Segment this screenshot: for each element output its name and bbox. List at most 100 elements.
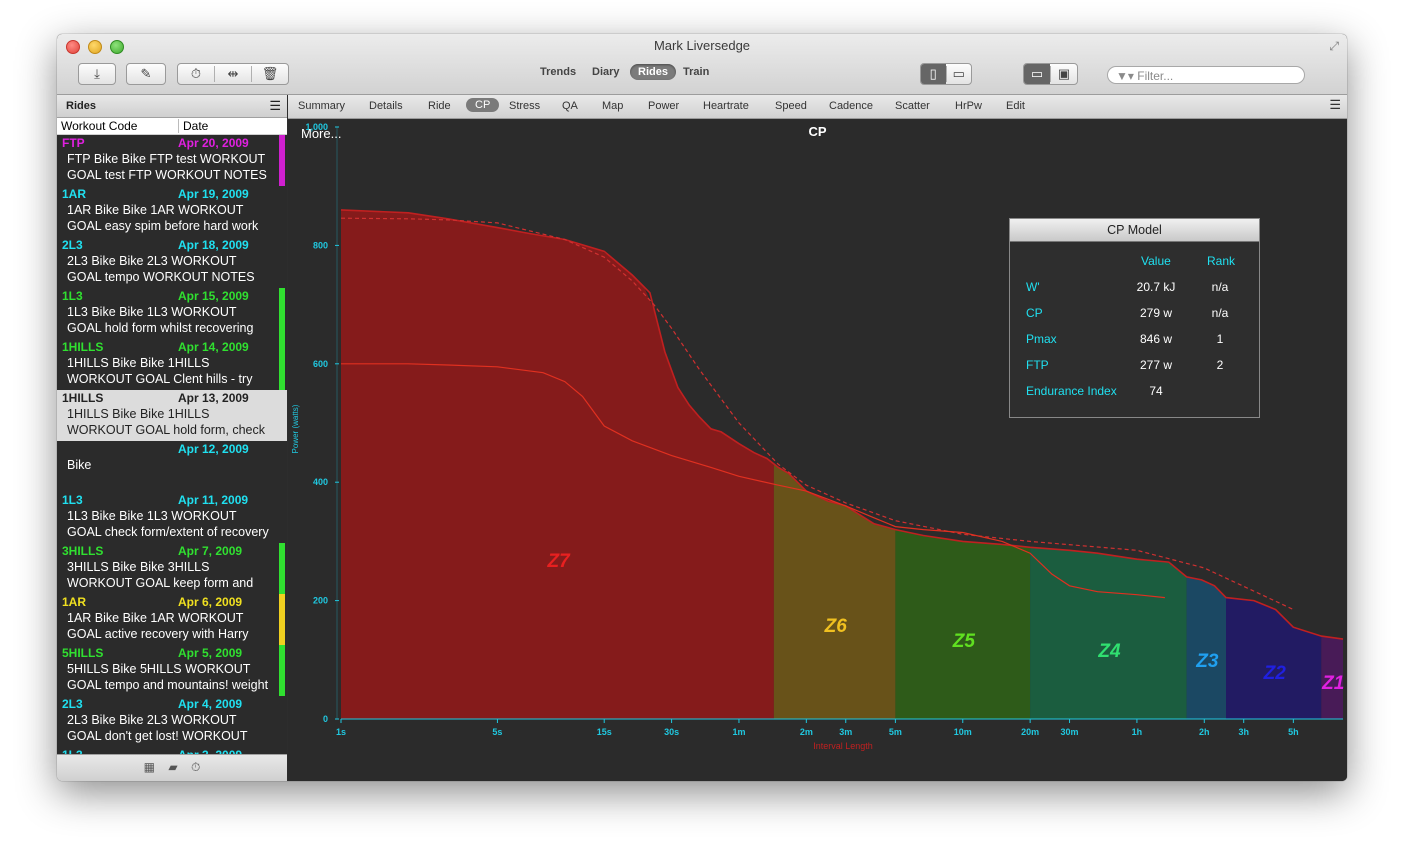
tab-stress[interactable]: Stress xyxy=(509,100,540,112)
download-button[interactable]: ⤓ xyxy=(78,63,116,85)
title-bar: Mark Liversedge ⤢ ⤓ ✎ ⏱ ⇹ 🗑 Trends Diary… xyxy=(57,34,1347,95)
ride-color-bar xyxy=(279,339,285,390)
cp-row-value: 277 w xyxy=(1139,358,1173,372)
cp-row-rank: n/a xyxy=(1211,280,1229,294)
edit-icon: ✎ xyxy=(140,66,152,81)
ride-line2: WORKOUT GOAL hold form, check xyxy=(67,423,265,437)
ride-item[interactable]: 1HILLS Apr 13, 2009 1HILLS Bike Bike 1HILL… xyxy=(57,390,287,441)
ride-item[interactable]: FTP Apr 20, 2009 FTP Bike Bike FTP test WO… xyxy=(57,135,287,186)
x-tick-label: 1h xyxy=(1132,727,1143,737)
zone-area-z4 xyxy=(1030,547,1187,719)
tab-hrpw[interactable]: HrPw xyxy=(955,100,982,112)
ride-line2: GOAL easy spim before hard work xyxy=(67,219,259,233)
ride-code: 1AR xyxy=(62,187,87,201)
ride-item[interactable]: 5HILLS Apr 5, 2009 5HILLS Bike 5HILLS WORK… xyxy=(57,645,287,696)
ride-item[interactable]: 1L3 Apr 11, 2009 1L3 Bike Bike 1L3 WORKOUT… xyxy=(57,492,287,543)
zone-label: Z1 xyxy=(1321,673,1344,694)
cp-model-panel: CP Model Value Rank W' 20.7 kJ n/a CP 279 w n… xyxy=(1009,218,1260,418)
ride-item[interactable]: 1AR Apr 6, 2009 1AR Bike Bike 1AR WORKOUT G… xyxy=(57,594,287,645)
ride-item[interactable]: 1AR Apr 19, 2009 1AR Bike Bike 1AR WORKOUT… xyxy=(57,186,287,237)
tab-bar: ☰ Summary Details Ride CP Stress QA Map Power He… xyxy=(288,95,1347,119)
ride-line1: 2L3 Bike Bike 2L3 WORKOUT xyxy=(67,254,237,268)
ride-date: Apr 19, 2009 xyxy=(178,187,249,201)
ride-line1: 1HILLS Bike Bike 1HILLS xyxy=(67,407,210,421)
x-tick-label: 5s xyxy=(492,727,502,737)
fullscreen-icon[interactable]: ⤢ xyxy=(1329,39,1339,54)
cp-row-label: CP xyxy=(1026,306,1043,320)
ride-item[interactable]: 2L3 Apr 18, 2009 2L3 Bike Bike 2L3 WORKOUT… xyxy=(57,237,287,288)
view-diary[interactable]: Diary xyxy=(592,66,620,78)
ride-code: 5HILLS xyxy=(62,646,104,660)
tiled-view-icon[interactable]: ▣ xyxy=(1050,66,1077,82)
tab-edit[interactable]: Edit xyxy=(1006,100,1025,112)
cp-row-label: Pmax xyxy=(1026,332,1057,346)
folder-icon[interactable]: ▰ xyxy=(168,760,177,774)
tab-power[interactable]: Power xyxy=(648,100,679,112)
ride-item[interactable]: 2L3 Apr 4, 2009 2L3 Bike Bike 2L3 WORKOUT G… xyxy=(57,696,287,747)
tab-qa[interactable]: QA xyxy=(562,100,578,112)
zone-label: Z7 xyxy=(546,551,571,572)
stopwatch-icon[interactable]: ⏱ xyxy=(191,760,200,774)
ride-code: 1HILLS xyxy=(62,340,104,354)
ride-date: Apr 18, 2009 xyxy=(178,238,249,252)
style-toggle: ▭ ▣ xyxy=(1023,63,1078,85)
zone-label: Z4 xyxy=(1097,641,1121,662)
zone-area-z5 xyxy=(895,529,1031,719)
ride-item[interactable]: 1L3 Apr 15, 2009 1L3 Bike Bike 1L3 WORKOUT… xyxy=(57,288,287,339)
layout-toggle: ▯ ▭ xyxy=(920,63,972,85)
sidebar-menu-icon[interactable]: ☰ xyxy=(269,95,281,117)
ride-line2: GOAL check form/extent of recovery xyxy=(67,525,269,539)
sidebar-layout-icon[interactable]: ▯ xyxy=(921,64,946,84)
x-tick-label: 30s xyxy=(664,727,679,737)
ride-color-bar xyxy=(279,288,285,339)
ride-line1: 1L3 Bike Bike 1L3 WORKOUT xyxy=(67,509,237,523)
stopwatch-icon[interactable]: ⏱ xyxy=(178,66,214,82)
filter-input[interactable]: ▼▾ Filter... xyxy=(1107,66,1305,84)
cp-row-value: 846 w xyxy=(1139,332,1173,346)
sidebar-header: Rides ☰ xyxy=(57,95,287,118)
single-view-icon[interactable]: ▭ xyxy=(1024,64,1050,84)
ride-item[interactable]: 1HILLS Apr 14, 2009 1HILLS Bike Bike 1HILL… xyxy=(57,339,287,390)
edit-button[interactable]: ✎ xyxy=(126,63,166,85)
tab-menu-icon[interactable]: ☰ xyxy=(1329,97,1341,113)
rides-sidebar: Rides ☰ Workout Code Date FTP Apr 20, 200… xyxy=(57,95,287,781)
calendar-icon[interactable]: ▦ xyxy=(144,760,155,774)
y-axis-label: Power (watts) xyxy=(291,404,300,453)
view-rides[interactable]: Rides xyxy=(630,64,676,80)
col-date[interactable]: Date xyxy=(178,119,208,133)
filter-placeholder: Filter... xyxy=(1137,69,1174,83)
x-tick-label: 5h xyxy=(1288,727,1299,737)
tab-cp[interactable]: CP xyxy=(466,98,500,112)
tab-heartrate[interactable]: Heartrate xyxy=(703,100,749,112)
tab-speed[interactable]: Speed xyxy=(775,100,807,112)
x-tick-label: 20m xyxy=(1021,727,1039,737)
x-tick-label: 30m xyxy=(1061,727,1079,737)
split-icon[interactable]: ⇹ xyxy=(214,66,251,82)
view-train[interactable]: Train xyxy=(683,66,709,78)
y-tick-label: 800 xyxy=(313,240,328,250)
ride-date: Apr 11, 2009 xyxy=(178,493,249,507)
zone-label: Z6 xyxy=(824,616,848,637)
ride-line1: 1AR Bike Bike 1AR WORKOUT xyxy=(67,611,244,625)
tab-scatter[interactable]: Scatter xyxy=(895,100,930,112)
tab-cadence[interactable]: Cadence xyxy=(829,100,873,112)
tab-details[interactable]: Details xyxy=(369,100,403,112)
x-tick-label: 15s xyxy=(597,727,612,737)
x-tick-label: 1s xyxy=(336,727,346,737)
ride-code: 2L3 xyxy=(62,697,83,711)
ride-item[interactable]: 3HILLS Apr 7, 2009 3HILLS Bike Bike 3HILLS… xyxy=(57,543,287,594)
ride-color-bar xyxy=(279,645,285,696)
ride-line2: GOAL test FTP WORKOUT NOTES xyxy=(67,168,267,182)
col-workout-code[interactable]: Workout Code xyxy=(61,119,137,133)
tab-summary[interactable]: Summary xyxy=(298,100,345,112)
view-trends[interactable]: Trends xyxy=(540,66,576,78)
tab-ride[interactable]: Ride xyxy=(428,100,451,112)
bottom-layout-icon[interactable]: ▭ xyxy=(945,66,972,82)
ride-item[interactable]: Apr 12, 2009 Bike xyxy=(57,441,287,492)
sidebar-footer: ▦ ▰ ⏱ xyxy=(57,754,287,781)
zone-label: Z2 xyxy=(1263,663,1287,684)
tab-map[interactable]: Map xyxy=(602,100,623,112)
trash-icon[interactable]: 🗑 xyxy=(251,66,288,82)
zone-label: Z3 xyxy=(1195,651,1219,672)
y-tick-label: 400 xyxy=(313,477,328,487)
